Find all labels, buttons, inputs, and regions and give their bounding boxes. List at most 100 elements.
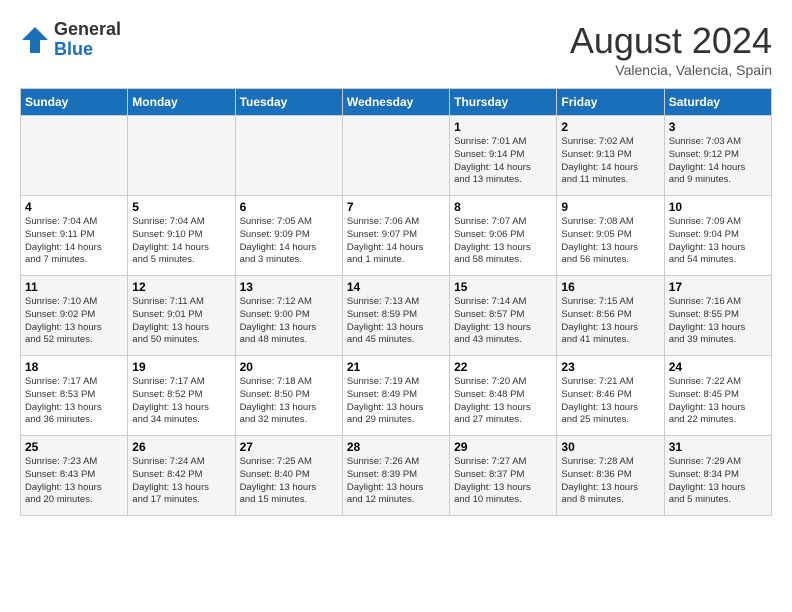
- day-cell-19: 19 Sunrise: 7:17 AM Sunset: 8:52 PM Dayli…: [128, 356, 235, 436]
- location-subtitle: Valencia, Valencia, Spain: [570, 62, 772, 78]
- day-number: 26: [132, 440, 230, 454]
- day-cell-1: 1Sunrise: 7:01 AM Sunset: 9:14 PM Daylig…: [450, 116, 557, 196]
- day-number: 18: [25, 360, 123, 374]
- day-info: Sunrise: 7:19 AM Sunset: 8:49 PM Dayligh…: [347, 376, 445, 427]
- day-info: Sunrise: 7:04 AM Sunset: 9:11 PM Dayligh…: [25, 216, 123, 267]
- day-number: 8: [454, 200, 552, 214]
- calendar-body: 1Sunrise: 7:01 AM Sunset: 9:14 PM Daylig…: [21, 116, 772, 516]
- day-number: 31: [669, 440, 767, 454]
- day-cell-15: 15 Sunrise: 7:14 AM Sunset: 8:57 PM Dayli…: [450, 276, 557, 356]
- day-cell-20: 20 Sunrise: 7:18 AM Sunset: 8:50 PM Dayli…: [235, 356, 342, 436]
- day-number: 22: [454, 360, 552, 374]
- day-number: 10: [669, 200, 767, 214]
- day-cell-17: 17Sunrise: 7:16 AM Sunset: 8:55 PM Dayli…: [664, 276, 771, 356]
- logo-blue: Blue: [54, 40, 121, 60]
- day-info: Sunrise: 7:12 AM Sunset: 9:00 PM Dayligh…: [240, 296, 338, 347]
- day-info: Sunrise: 7:17 AM Sunset: 8:53 PM Dayligh…: [25, 376, 123, 427]
- day-number: 9: [561, 200, 659, 214]
- month-year-title: August 2024: [570, 20, 772, 62]
- day-info: Sunrise: 7:15 AM Sunset: 8:56 PM Dayligh…: [561, 296, 659, 347]
- day-cell-16: 16 Sunrise: 7:15 AM Sunset: 8:56 PM Dayli…: [557, 276, 664, 356]
- day-cell-9: 9 Sunrise: 7:08 AM Sunset: 9:05 PM Daylig…: [557, 196, 664, 276]
- day-info: Sunrise: 7:23 AM Sunset: 8:43 PM Dayligh…: [25, 456, 123, 507]
- day-info: Sunrise: 7:22 AM Sunset: 8:45 PM Dayligh…: [669, 376, 767, 427]
- day-info: Sunrise: 7:06 AM Sunset: 9:07 PM Dayligh…: [347, 216, 445, 267]
- logo-text: General Blue: [54, 20, 121, 60]
- day-cell-18: 18 Sunrise: 7:17 AM Sunset: 8:53 PM Dayli…: [21, 356, 128, 436]
- day-cell-7: 7 Sunrise: 7:06 AM Sunset: 9:07 PM Daylig…: [342, 196, 449, 276]
- day-cell-14: 14 Sunrise: 7:13 AM Sunset: 8:59 PM Dayli…: [342, 276, 449, 356]
- day-info: Sunrise: 7:11 AM Sunset: 9:01 PM Dayligh…: [132, 296, 230, 347]
- header-row: SundayMondayTuesdayWednesdayThursdayFrid…: [21, 89, 772, 116]
- day-cell-28: 28 Sunrise: 7:26 AM Sunset: 8:39 PM Dayli…: [342, 436, 449, 516]
- day-cell-30: 30 Sunrise: 7:28 AM Sunset: 8:36 PM Dayli…: [557, 436, 664, 516]
- day-cell-4: 4 Sunrise: 7:04 AM Sunset: 9:11 PM Daylig…: [21, 196, 128, 276]
- day-cell-13: 13 Sunrise: 7:12 AM Sunset: 9:00 PM Dayli…: [235, 276, 342, 356]
- day-number: 20: [240, 360, 338, 374]
- day-info: Sunrise: 7:25 AM Sunset: 8:40 PM Dayligh…: [240, 456, 338, 507]
- day-cell-10: 10Sunrise: 7:09 AM Sunset: 9:04 PM Dayli…: [664, 196, 771, 276]
- day-number: 5: [132, 200, 230, 214]
- logo: General Blue: [20, 20, 121, 60]
- day-cell-31: 31 Sunrise: 7:29 AM Sunset: 8:34 PM Dayli…: [664, 436, 771, 516]
- day-cell-26: 26Sunrise: 7:24 AM Sunset: 8:42 PM Dayli…: [128, 436, 235, 516]
- day-number: 4: [25, 200, 123, 214]
- day-number: 28: [347, 440, 445, 454]
- week-row-2: 4 Sunrise: 7:04 AM Sunset: 9:11 PM Daylig…: [21, 196, 772, 276]
- day-number: 23: [561, 360, 659, 374]
- day-number: 14: [347, 280, 445, 294]
- day-info: Sunrise: 7:26 AM Sunset: 8:39 PM Dayligh…: [347, 456, 445, 507]
- day-info: Sunrise: 7:20 AM Sunset: 8:48 PM Dayligh…: [454, 376, 552, 427]
- day-cell-24: 24 Sunrise: 7:22 AM Sunset: 8:45 PM Dayli…: [664, 356, 771, 436]
- header-cell-tuesday: Tuesday: [235, 89, 342, 116]
- day-cell-2: 2 Sunrise: 7:02 AM Sunset: 9:13 PM Daylig…: [557, 116, 664, 196]
- day-cell-23: 23 Sunrise: 7:21 AM Sunset: 8:46 PM Dayli…: [557, 356, 664, 436]
- day-number: 1: [454, 120, 552, 134]
- week-row-1: 1Sunrise: 7:01 AM Sunset: 9:14 PM Daylig…: [21, 116, 772, 196]
- day-info: Sunrise: 7:07 AM Sunset: 9:06 PM Dayligh…: [454, 216, 552, 267]
- day-info: Sunrise: 7:14 AM Sunset: 8:57 PM Dayligh…: [454, 296, 552, 347]
- day-number: 19: [132, 360, 230, 374]
- day-number: 2: [561, 120, 659, 134]
- day-info: Sunrise: 7:10 AM Sunset: 9:02 PM Dayligh…: [25, 296, 123, 347]
- day-cell-25: 25 Sunrise: 7:23 AM Sunset: 8:43 PM Dayli…: [21, 436, 128, 516]
- page-header: General Blue August 2024 Valencia, Valen…: [20, 20, 772, 78]
- day-info: Sunrise: 7:29 AM Sunset: 8:34 PM Dayligh…: [669, 456, 767, 507]
- day-info: Sunrise: 7:17 AM Sunset: 8:52 PM Dayligh…: [132, 376, 230, 427]
- empty-cell: [128, 116, 235, 196]
- day-info: Sunrise: 7:02 AM Sunset: 9:13 PM Dayligh…: [561, 136, 659, 187]
- day-cell-8: 8 Sunrise: 7:07 AM Sunset: 9:06 PM Daylig…: [450, 196, 557, 276]
- day-cell-12: 12Sunrise: 7:11 AM Sunset: 9:01 PM Dayli…: [128, 276, 235, 356]
- day-number: 6: [240, 200, 338, 214]
- day-number: 15: [454, 280, 552, 294]
- day-cell-27: 27 Sunrise: 7:25 AM Sunset: 8:40 PM Dayli…: [235, 436, 342, 516]
- empty-cell: [21, 116, 128, 196]
- day-info: Sunrise: 7:08 AM Sunset: 9:05 PM Dayligh…: [561, 216, 659, 267]
- day-number: 24: [669, 360, 767, 374]
- day-cell-6: 6 Sunrise: 7:05 AM Sunset: 9:09 PM Daylig…: [235, 196, 342, 276]
- day-info: Sunrise: 7:21 AM Sunset: 8:46 PM Dayligh…: [561, 376, 659, 427]
- logo-icon: [20, 25, 50, 55]
- day-number: 30: [561, 440, 659, 454]
- day-info: Sunrise: 7:05 AM Sunset: 9:09 PM Dayligh…: [240, 216, 338, 267]
- day-number: 29: [454, 440, 552, 454]
- day-number: 7: [347, 200, 445, 214]
- day-info: Sunrise: 7:28 AM Sunset: 8:36 PM Dayligh…: [561, 456, 659, 507]
- day-number: 25: [25, 440, 123, 454]
- day-info: Sunrise: 7:18 AM Sunset: 8:50 PM Dayligh…: [240, 376, 338, 427]
- day-info: Sunrise: 7:13 AM Sunset: 8:59 PM Dayligh…: [347, 296, 445, 347]
- header-cell-monday: Monday: [128, 89, 235, 116]
- header-cell-saturday: Saturday: [664, 89, 771, 116]
- empty-cell: [342, 116, 449, 196]
- day-info: Sunrise: 7:03 AM Sunset: 9:12 PM Dayligh…: [669, 136, 767, 187]
- day-info: Sunrise: 7:27 AM Sunset: 8:37 PM Dayligh…: [454, 456, 552, 507]
- header-cell-sunday: Sunday: [21, 89, 128, 116]
- day-cell-3: 3Sunrise: 7:03 AM Sunset: 9:12 PM Daylig…: [664, 116, 771, 196]
- title-block: August 2024 Valencia, Valencia, Spain: [570, 20, 772, 78]
- calendar-table: SundayMondayTuesdayWednesdayThursdayFrid…: [20, 88, 772, 516]
- day-number: 16: [561, 280, 659, 294]
- day-cell-5: 5Sunrise: 7:04 AM Sunset: 9:10 PM Daylig…: [128, 196, 235, 276]
- day-number: 27: [240, 440, 338, 454]
- week-row-4: 18 Sunrise: 7:17 AM Sunset: 8:53 PM Dayli…: [21, 356, 772, 436]
- day-number: 13: [240, 280, 338, 294]
